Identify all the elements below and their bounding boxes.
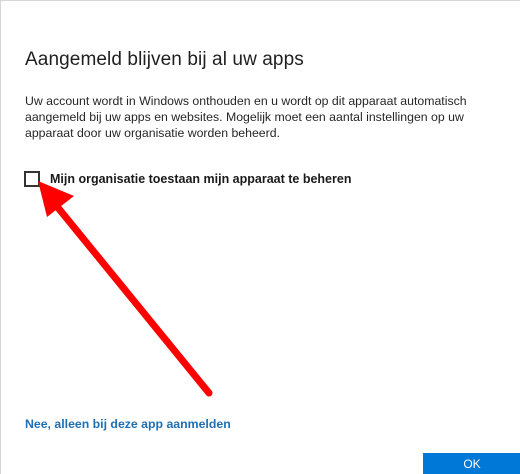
dialog-description: Uw account wordt in Windows onthouden en…	[25, 94, 467, 140]
ok-button[interactable]: OK	[423, 453, 520, 474]
manage-device-checkbox[interactable]	[24, 171, 40, 187]
dialog-title: Aangemeld blijven bij al uw apps	[25, 49, 304, 70]
dialog-window: Aangemeld blijven bij al uw apps Uw acco…	[0, 0, 520, 474]
annotation-arrow-shaft	[51, 200, 213, 397]
manage-device-checkbox-label[interactable]: Mijn organisatie toestaan mijn apparaat …	[50, 172, 351, 186]
sign-in-this-app-only-link[interactable]: Nee, alleen bij deze app aanmelden	[25, 417, 231, 431]
annotation-arrow	[38, 181, 213, 397]
manage-device-checkbox-row[interactable]: Mijn organisatie toestaan mijn apparaat …	[24, 171, 351, 187]
